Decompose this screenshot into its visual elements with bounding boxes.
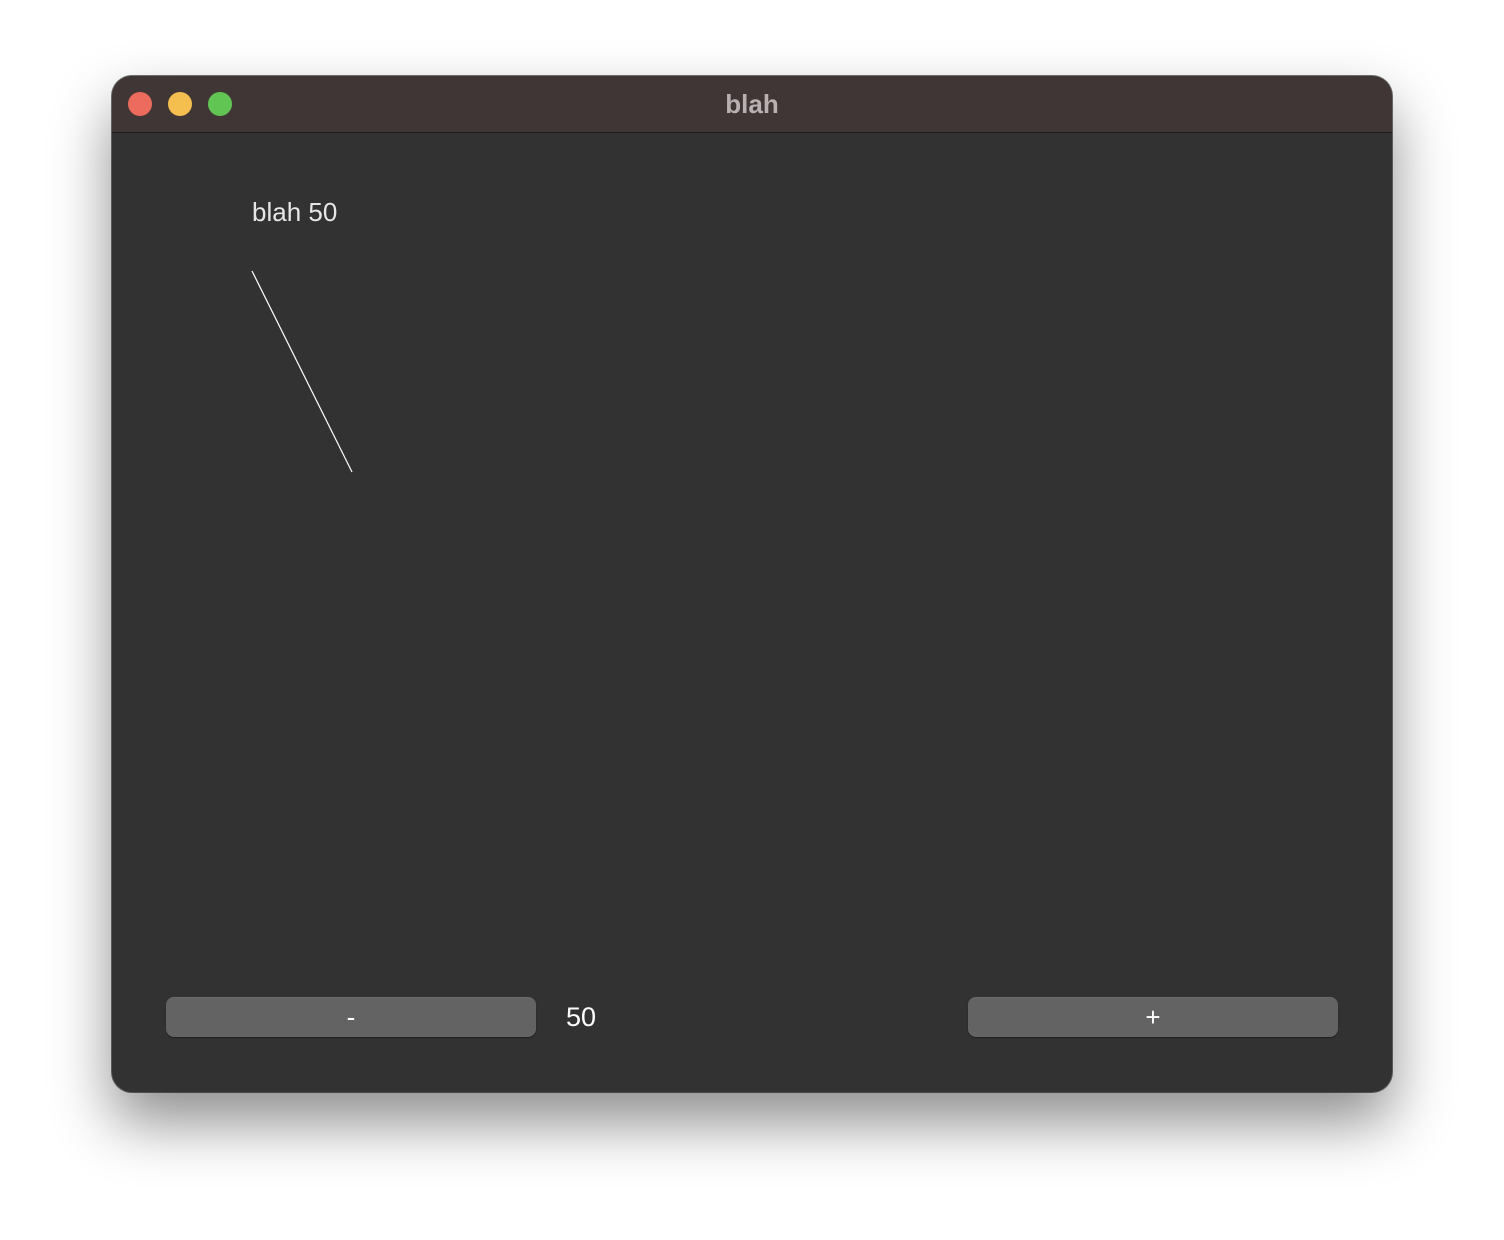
drawn-line — [251, 270, 353, 473]
desktop: blah blah 50 - 50 + — [0, 0, 1504, 1240]
decrement-button[interactable]: - — [166, 997, 536, 1037]
minimize-button[interactable] — [168, 92, 192, 116]
close-button[interactable] — [128, 92, 152, 116]
increment-button[interactable]: + — [968, 997, 1338, 1037]
window-content: blah 50 - 50 + — [112, 133, 1392, 1092]
drawing-canvas — [251, 270, 353, 473]
title-bar[interactable]: blah — [112, 76, 1392, 133]
zoom-button[interactable] — [208, 92, 232, 116]
app-window: blah blah 50 - 50 + — [112, 76, 1392, 1092]
value-display: 50 — [566, 1002, 597, 1032]
window-title: blah — [725, 89, 779, 119]
